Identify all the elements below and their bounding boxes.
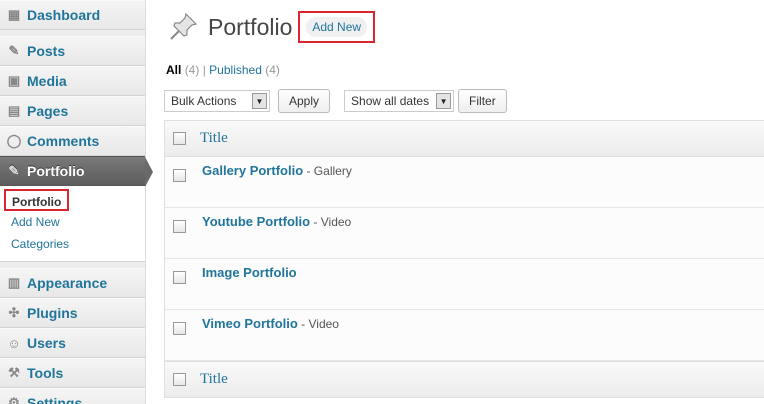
pushpin-icon [166,10,200,44]
post-category: - Gallery [303,164,352,178]
menu-label: Appearance [27,275,108,291]
select-all-checkbox[interactable] [173,373,186,386]
menu-portfolio[interactable]: ✎ Portfolio [0,156,153,187]
row-checkbox[interactable] [173,220,186,233]
posts-table: Title Gallery Portfolio - Gallery Youtub… [164,120,764,398]
menu-users[interactable]: ☺ Users [0,328,145,358]
post-title-link[interactable]: Youtube Portfolio [202,214,310,229]
menu-label: Portfolio [27,163,85,179]
bulk-actions-value: Bulk Actions [171,94,237,108]
chevron-down-icon[interactable]: ▼ [252,93,267,109]
submenu-portfolio[interactable]: Portfolio [4,189,69,211]
apply-button[interactable]: Apply [278,89,331,113]
row-title-cell: Youtube Portfolio - Video [202,214,351,229]
date-filter-value: Show all dates [351,94,430,108]
table-row: Image Portfolio [165,259,764,310]
row-title-cell: Vimeo Portfolio - Video [202,316,339,331]
pushpin-icon: ✎ [8,43,20,58]
page-header: Portfolio Add New [166,10,376,44]
menu-settings[interactable]: ⚙ Settings [0,388,145,404]
select-all-checkbox[interactable] [173,132,186,145]
title-column-footer[interactable]: Title [200,371,228,388]
post-category: - Video [310,215,352,229]
admin-sidebar: ▦ Dashboard ✎ Posts ▣ Media ▤ Pages ◯ Co… [0,0,153,404]
add-new-button[interactable]: Add New [306,17,368,37]
table-footer: Title [165,361,764,397]
row-checkbox[interactable] [173,271,186,284]
dashboard-icon: ▦ [7,7,21,22]
appearance-icon: ▥ [7,275,21,290]
status-filters: All (4) | Published (4) [166,63,280,77]
row-title-cell: Image Portfolio [202,265,297,280]
table-header: Title [165,121,764,157]
filter-all-count: (4) [184,63,200,77]
menu-label: Tools [27,365,64,381]
menu-pages[interactable]: ▤ Pages [0,96,145,126]
filter-button[interactable]: Filter [458,89,507,113]
menu-label: Dashboard [27,7,101,23]
plugin-icon: ✣ [8,305,20,320]
table-row: Youtube Portfolio - Video [165,208,764,259]
menu-label: Media [27,73,67,89]
menu-label: Posts [27,43,66,59]
row-title-cell: Gallery Portfolio - Gallery [202,163,352,178]
table-row: Gallery Portfolio - Gallery [165,157,764,208]
title-column-header[interactable]: Title [200,130,228,147]
menu-dashboard[interactable]: ▦ Dashboard [0,0,145,30]
menu-appearance[interactable]: ▥ Appearance [0,268,145,298]
bulk-actions-select[interactable]: Bulk Actions ▼ [164,90,270,112]
menu-comments[interactable]: ◯ Comments [0,126,145,156]
row-checkbox[interactable] [173,169,186,182]
filter-published-count: (4) [265,63,280,77]
menu-posts[interactable]: ✎ Posts [0,36,145,66]
table-actions: Bulk Actions ▼ Apply Show all dates ▼ Fi… [164,89,507,113]
comment-icon: ◯ [6,133,22,148]
pushpin-icon: ✎ [8,163,20,178]
settings-icon: ⚙ [8,395,20,404]
date-filter-select[interactable]: Show all dates ▼ [344,90,455,112]
pages-icon: ▤ [7,103,21,118]
menu-plugins[interactable]: ✣ Plugins [0,298,145,328]
menu-label: Users [27,335,66,351]
menu-media[interactable]: ▣ Media [0,66,145,96]
table-row: Vimeo Portfolio - Video [165,310,764,361]
chevron-down-icon[interactable]: ▼ [436,93,452,109]
menu-label: Settings [27,395,83,404]
menu-label: Comments [27,133,100,149]
users-icon: ☺ [7,335,21,351]
post-category: - Video [297,317,339,331]
row-checkbox[interactable] [173,322,186,335]
post-title-link[interactable]: Vimeo Portfolio [202,316,298,331]
filter-separator: | [202,63,206,77]
menu-label: Plugins [27,305,78,321]
add-new-highlight: Add New [298,11,376,43]
filter-all[interactable]: All [166,63,181,77]
portfolio-submenu: Portfolio Add New Categories [0,186,145,262]
main-content: Portfolio Add New All (4) | Published (4… [160,0,764,404]
menu-tools[interactable]: ⚒ Tools [0,358,145,388]
tools-icon: ⚒ [8,365,20,380]
filter-published[interactable]: Published [209,63,262,77]
submenu-categories[interactable]: Categories [0,233,145,255]
media-icon: ▣ [7,73,21,88]
menu-label: Pages [27,103,69,119]
submenu-add-new[interactable]: Add New [0,211,145,233]
post-title-link[interactable]: Image Portfolio [202,265,297,280]
page-title: Portfolio [208,13,293,40]
post-title-link[interactable]: Gallery Portfolio [202,163,303,178]
